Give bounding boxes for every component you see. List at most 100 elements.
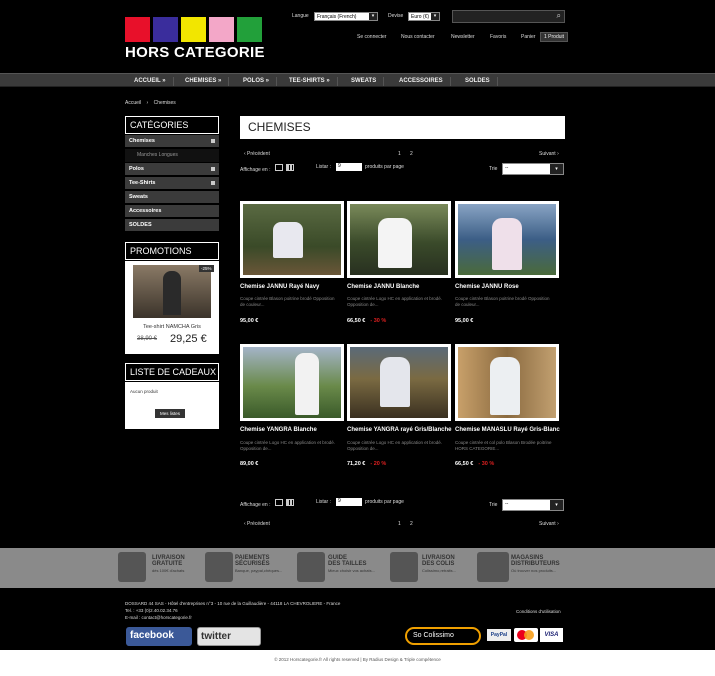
pager-next-bottom[interactable]: Suivant › (539, 521, 559, 527)
product-image[interactable] (455, 344, 559, 421)
category-chemises[interactable]: Chemises (125, 135, 219, 148)
package-icon (390, 552, 418, 582)
display-label: Affichage en : (240, 167, 271, 173)
model-figure (163, 271, 181, 315)
link-login[interactable]: Se connecter (357, 34, 386, 40)
mastercard-logo (514, 628, 538, 642)
service-sub: Colissimo,retraits... (422, 568, 457, 573)
per-page-select-bottom[interactable]: 9 (336, 498, 362, 506)
pager-next[interactable]: Suivant › (539, 151, 559, 157)
link-favorites[interactable]: Favoris (490, 34, 506, 40)
category-label: Tee-Shirts (129, 180, 156, 186)
product-name[interactable]: Chemise JANNU Rose (455, 284, 560, 291)
category-label: Polos (129, 166, 144, 172)
service-stores[interactable]: MAGASINS DISTRIBUTEURS Où trouver nos prod… (511, 555, 560, 574)
promo-badge: -25% (199, 265, 214, 272)
show-label: Listar : (316, 164, 332, 170)
page-title: CHEMISES (240, 116, 565, 139)
category-soldes[interactable]: SOLDES (125, 219, 219, 232)
nav-accessoires[interactable]: ACCESSOIRES (392, 77, 451, 86)
pager-page-1-bottom[interactable]: 1 (398, 521, 401, 527)
nav-polos[interactable]: POLOS » (236, 77, 278, 86)
product-price: 95,00 € (455, 318, 473, 324)
language-value: Français (French) (317, 14, 357, 20)
breadcrumb-current: Chemises (153, 100, 176, 106)
gifts-button[interactable]: Mes listes (155, 409, 186, 418)
category-tee-shirts[interactable]: Tee-Shirts (125, 177, 219, 190)
bullet-icon (211, 167, 215, 171)
nav-accueil[interactable]: ACCUEIL » (127, 77, 174, 86)
category-accessoires[interactable]: Accessoires (125, 205, 219, 218)
display-label-bottom: Affichage en : (240, 502, 271, 508)
product-desc: Coupe cintrée Logo HC en application et … (347, 296, 443, 307)
footer-email[interactable]: E-mail : contact@horscategorie.fr (125, 615, 192, 620)
product-name[interactable]: Chemise JANNU Rayé Navy (240, 284, 345, 291)
facebook-button[interactable]: facebook (126, 627, 192, 646)
service-title2: DISTRIBUTEURS (511, 561, 560, 567)
link-contact[interactable]: Nous contacter (401, 34, 435, 40)
service-title2: DES TAILLES (328, 561, 367, 567)
list-view-icon[interactable] (275, 499, 283, 506)
sort-select-bottom[interactable]: -- ▾ (502, 499, 564, 511)
per-page-select[interactable]: 9 (336, 163, 362, 171)
product-name[interactable]: Chemise YANGRA Blanche (240, 427, 345, 434)
search-icon[interactable]: ⌕ (557, 11, 561, 21)
pager-prev[interactable]: ‹ Précédent (244, 151, 270, 157)
shirt-figure (380, 357, 410, 407)
category-sweats[interactable]: Sweats (125, 191, 219, 204)
cart-label[interactable]: Panier (521, 34, 535, 40)
sort-value: -- (505, 165, 509, 171)
cart-count[interactable]: 1 Produit (540, 32, 569, 42)
pager-page-2-bottom[interactable]: 2 (410, 521, 413, 527)
promotions-title: PROMOTIONS (125, 242, 219, 260)
search-input[interactable]: ⌕ (452, 10, 565, 23)
product-image[interactable] (455, 201, 559, 278)
product-image[interactable] (240, 201, 344, 278)
lock-icon (205, 552, 233, 582)
nav-chemises[interactable]: CHEMISES » (178, 77, 230, 86)
product-desc: Coupe cintrée et col polo Blason Brodée … (455, 440, 552, 451)
service-secure-payment[interactable]: PAIEMENTS SÉCURISÉS Banque, paypal,chèques… (235, 555, 282, 574)
grid-view-icon[interactable] (286, 499, 294, 506)
currency-select[interactable]: Euro (€) ▾ (408, 12, 440, 21)
sort-select[interactable]: -- ▾ (502, 163, 564, 175)
subcategory-manches-longues[interactable]: Manches Longues (125, 149, 219, 162)
product-image[interactable] (347, 201, 451, 278)
nav-soldes[interactable]: SOLDES (458, 77, 498, 86)
chevron-down-icon: ▾ (550, 164, 563, 174)
product-name[interactable]: Chemise JANNU Blanche (347, 284, 452, 291)
footer-conditions[interactable]: Conditions d'utilisation (516, 609, 561, 614)
product-name[interactable]: Chemise YANGRA rayé Gris/Blanche (347, 427, 452, 434)
promo-name[interactable]: Tee-shirt NAMCHA Gris (125, 324, 219, 330)
footer-tel: Tel. : +33 (0)2.40.02.34.76 (125, 608, 178, 613)
service-sub: Mieux choisir vos achats... (328, 568, 375, 573)
show-label-bottom: Listar : (316, 499, 332, 505)
service-size-guide[interactable]: GUIDE DES TAILLES Mieux choisir vos achats… (328, 555, 375, 574)
category-label: SOLDES (129, 222, 152, 228)
category-polos[interactable]: Polos (125, 163, 219, 176)
service-free-delivery[interactable]: LIVRAISON GRATUITE dès 100€ d'achats (152, 555, 185, 574)
logo-text[interactable]: HORS CATEGORIE (125, 44, 265, 61)
pager-page-1[interactable]: 1 (398, 151, 401, 157)
bullet-icon (211, 139, 215, 143)
grid-view-icon[interactable] (286, 164, 294, 171)
promo-image[interactable] (133, 265, 211, 318)
nav-sweats[interactable]: SWEATS (344, 77, 385, 86)
pager-prev-bottom[interactable]: ‹ Précédent (244, 521, 270, 527)
link-newsletter[interactable]: Newsletter (451, 34, 475, 40)
product-name[interactable]: Chemise MANASLU Rayé Gris-Blanc (455, 427, 560, 434)
twitter-button[interactable]: twitter (197, 627, 261, 646)
nav-tee-shirts[interactable]: TEE-SHIRTS » (282, 77, 338, 86)
pager-page-2[interactable]: 2 (410, 151, 413, 157)
service-parcel-delivery[interactable]: LIVRAISON DES COLIS Colissimo,retraits... (422, 555, 456, 574)
language-select[interactable]: Français (French) ▾ (314, 12, 378, 21)
product-image[interactable] (347, 344, 451, 421)
sort-label: Trie (489, 166, 498, 172)
list-view-icon[interactable] (275, 164, 283, 171)
product-price: 95,00 € (240, 318, 258, 324)
logo-red-square (125, 17, 150, 42)
per-page-label-bottom: produits par page (365, 499, 404, 505)
service-title2: SÉCURISÉS (235, 561, 270, 567)
breadcrumb-home[interactable]: Accueil (125, 100, 141, 106)
product-image[interactable] (240, 344, 344, 421)
